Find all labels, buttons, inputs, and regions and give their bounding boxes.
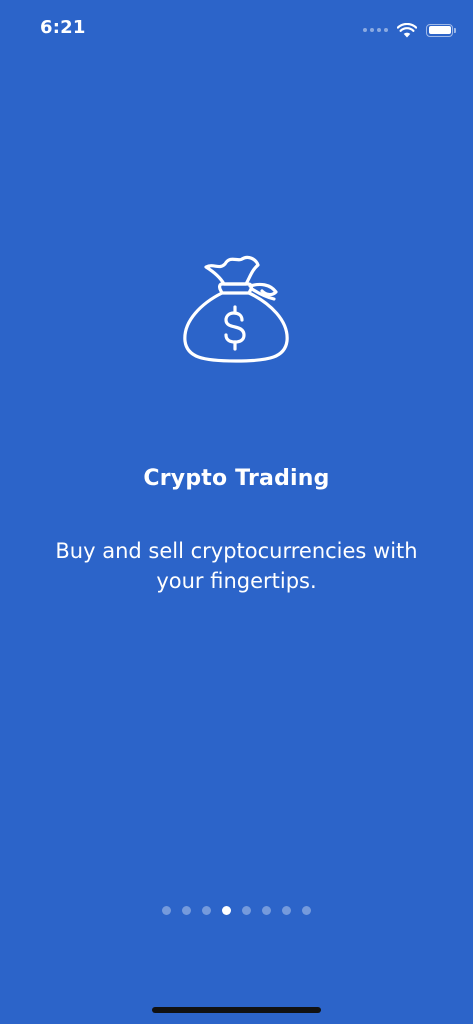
wifi-icon xyxy=(397,22,417,37)
page-dot-1[interactable] xyxy=(162,906,171,915)
money-bag-icon xyxy=(183,255,289,363)
status-icons xyxy=(363,19,456,41)
description-line-1: Buy and sell cryptocurrencies with xyxy=(55,539,418,563)
onboarding-title: Crypto Trading xyxy=(143,466,330,491)
page-dot-5[interactable] xyxy=(242,906,251,915)
status-time: 6:21 xyxy=(40,17,86,38)
page-dot-7[interactable] xyxy=(282,906,291,915)
page-dot-3[interactable] xyxy=(202,906,211,915)
cellular-signal-icon xyxy=(363,28,388,32)
page-dot-8[interactable] xyxy=(302,906,311,915)
page-indicator[interactable] xyxy=(0,906,473,915)
home-indicator[interactable] xyxy=(152,1007,321,1013)
page-dot-6[interactable] xyxy=(262,906,271,915)
description-line-2: your fingertips. xyxy=(156,569,317,593)
battery-icon xyxy=(426,23,456,37)
onboarding-description: Buy and sell cryptocurrencies with your … xyxy=(40,536,433,596)
page-dot-2[interactable] xyxy=(182,906,191,915)
page-dot-4-active[interactable] xyxy=(222,906,231,915)
status-bar: 6:21 xyxy=(0,0,473,56)
